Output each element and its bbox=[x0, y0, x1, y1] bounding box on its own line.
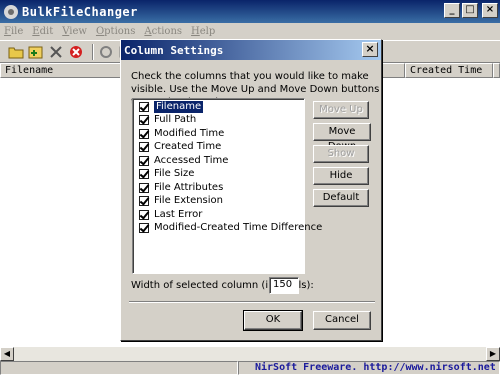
remove-icon[interactable] bbox=[48, 44, 64, 60]
minimize-button[interactable]: _ bbox=[444, 3, 460, 18]
dialog-titlebar: Column Settings bbox=[121, 40, 381, 60]
checkbox[interactable] bbox=[139, 182, 149, 193]
refresh-icon[interactable] bbox=[98, 44, 114, 60]
toolbar-separator bbox=[92, 43, 94, 60]
column-item-accessed-time[interactable]: Accessed Time bbox=[133, 154, 304, 168]
menu-edit[interactable]: Edit bbox=[32, 26, 53, 37]
checkbox[interactable] bbox=[139, 128, 149, 139]
column-checklist[interactable]: Filename Full Path Modified Time Created… bbox=[132, 98, 322, 274]
column-item-last-error[interactable]: Last Error bbox=[133, 208, 304, 222]
column-item-label: File Extension bbox=[154, 195, 224, 207]
column-settings-dialog: Column Settings × Check the columns that… bbox=[120, 39, 382, 341]
column-item-modified-time[interactable]: Modified Time bbox=[133, 127, 304, 141]
scroll-right-icon[interactable]: ▶ bbox=[486, 347, 500, 361]
column-item-label: File Attributes bbox=[154, 181, 224, 193]
column-item-file-attributes[interactable]: File Attributes bbox=[133, 181, 304, 195]
column-item-label: Created Time bbox=[154, 141, 222, 153]
checkbox[interactable] bbox=[139, 209, 149, 220]
dialog-separator bbox=[129, 301, 375, 303]
checkbox[interactable] bbox=[139, 223, 149, 234]
column-width-input[interactable]: 150 bbox=[269, 277, 299, 294]
move-down-button[interactable]: Move Down bbox=[313, 123, 371, 152]
column-item-label: Modified Time bbox=[154, 127, 225, 139]
checkbox[interactable] bbox=[139, 196, 149, 207]
column-item-label: File Size bbox=[154, 168, 195, 180]
column-item-label: Last Error bbox=[154, 208, 203, 220]
ok-button[interactable]: OK bbox=[243, 310, 303, 331]
default-button[interactable]: Default bbox=[313, 189, 369, 207]
move-up-button[interactable]: Move Up bbox=[313, 101, 369, 119]
column-item-time-difference[interactable]: Modified-Created Time Difference bbox=[133, 222, 322, 236]
status-credit[interactable]: NirSoft Freeware. http://www.nirsoft.net bbox=[238, 361, 500, 375]
statusbar: NirSoft Freeware. http://www.nirsoft.net bbox=[0, 361, 500, 375]
column-item-full-path[interactable]: Full Path bbox=[133, 114, 304, 128]
hide-button[interactable]: Hide bbox=[313, 167, 369, 185]
column-item-filename[interactable]: Filename bbox=[133, 99, 304, 114]
column-item-label: Accessed Time bbox=[154, 154, 229, 166]
column-item-label: Filename bbox=[152, 99, 205, 114]
menu-file[interactable]: File bbox=[4, 26, 23, 37]
checkbox[interactable] bbox=[139, 169, 149, 180]
dialog-title: Column Settings bbox=[124, 43, 224, 57]
app-icon bbox=[4, 4, 18, 19]
horizontal-scrollbar[interactable]: ◀ ▶ bbox=[0, 347, 500, 361]
column-item-file-size[interactable]: File Size bbox=[133, 168, 304, 182]
stop-icon[interactable] bbox=[68, 44, 84, 60]
checkbox[interactable] bbox=[139, 142, 149, 153]
add-files-icon[interactable] bbox=[28, 44, 44, 60]
menubar: File Edit View Options Actions Help bbox=[0, 23, 500, 40]
menu-help[interactable]: Help bbox=[191, 26, 215, 37]
checkbox[interactable] bbox=[139, 155, 149, 166]
open-folder-icon[interactable] bbox=[8, 44, 24, 60]
column-item-file-extension[interactable]: File Extension bbox=[133, 195, 304, 209]
column-item-created-time[interactable]: Created Time bbox=[133, 141, 304, 155]
column-item-label: Modified-Created Time Difference bbox=[154, 222, 323, 234]
main-titlebar: BulkFileChanger _ □ × bbox=[0, 0, 500, 23]
checkbox[interactable] bbox=[139, 101, 149, 112]
checkbox[interactable] bbox=[139, 115, 149, 126]
maximize-button[interactable]: □ bbox=[462, 3, 478, 18]
window-title: BulkFileChanger bbox=[22, 4, 138, 19]
menu-actions[interactable]: Actions bbox=[144, 26, 182, 37]
cancel-button[interactable]: Cancel bbox=[313, 311, 371, 330]
column-header-created-time[interactable]: Created Time bbox=[405, 63, 493, 78]
column-item-label: Full Path bbox=[154, 114, 197, 126]
column-header-filename[interactable]: Filename bbox=[0, 63, 125, 78]
close-button[interactable]: × bbox=[482, 3, 498, 18]
column-header-next[interactable] bbox=[493, 63, 500, 78]
status-panel-main bbox=[0, 361, 238, 375]
menu-options[interactable]: Options bbox=[96, 26, 135, 37]
show-button[interactable]: Show bbox=[313, 145, 369, 163]
dialog-close-button[interactable]: × bbox=[362, 42, 378, 57]
menu-view[interactable]: View bbox=[62, 26, 87, 37]
scroll-left-icon[interactable]: ◀ bbox=[0, 347, 14, 361]
